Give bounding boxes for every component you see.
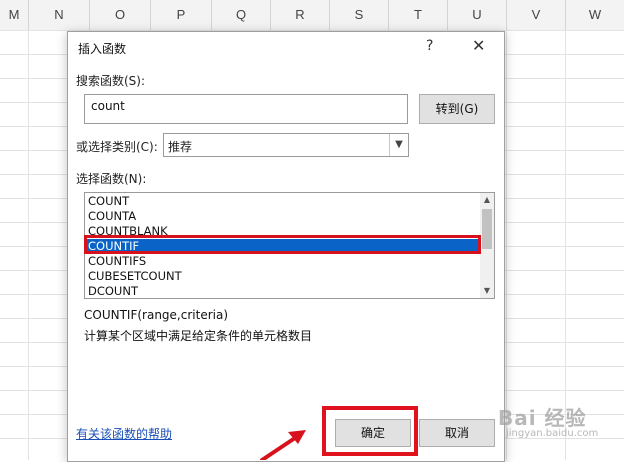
list-item[interactable]: COUNT bbox=[85, 194, 480, 209]
function-list-label: 选择函数(N): bbox=[76, 172, 147, 186]
function-description: 计算某个区域中满足给定条件的单元格数目 bbox=[84, 329, 313, 343]
dialog-title: 插入函数 bbox=[78, 42, 127, 56]
column-header-p[interactable]: P bbox=[151, 0, 212, 30]
list-item[interactable]: DCOUNT bbox=[85, 284, 480, 298]
grid-line bbox=[506, 30, 507, 460]
watermark-text: Bai 经验 bbox=[498, 406, 587, 430]
column-header-q[interactable]: Q bbox=[212, 0, 271, 30]
column-header-w[interactable]: W bbox=[566, 0, 624, 30]
function-syntax: COUNTIF(range,criteria) bbox=[84, 308, 228, 322]
function-list[interactable]: COUNT COUNTA COUNTBLANK COUNTIF COUNTIFS… bbox=[84, 192, 495, 299]
column-header-n[interactable]: N bbox=[29, 0, 90, 30]
column-header-s[interactable]: S bbox=[330, 0, 389, 30]
column-header-v[interactable]: V bbox=[507, 0, 566, 30]
insert-function-dialog: 插入函数 ? ✕ 搜索函数(S): count 转到(G) 或选择类别(C): … bbox=[67, 31, 505, 462]
column-header-o[interactable]: O bbox=[90, 0, 151, 30]
category-label: 或选择类别(C): bbox=[76, 140, 158, 154]
column-header-m[interactable]: M bbox=[0, 0, 29, 30]
ok-button[interactable]: 确定 bbox=[335, 419, 411, 447]
chevron-up-icon[interactable]: ▲ bbox=[480, 193, 494, 207]
column-header-r[interactable]: R bbox=[271, 0, 330, 30]
list-item[interactable]: COUNTBLANK bbox=[85, 224, 480, 239]
close-icon[interactable]: ✕ bbox=[472, 36, 485, 55]
chevron-down-icon[interactable]: ▼ bbox=[480, 284, 494, 298]
help-icon[interactable]: ? bbox=[426, 38, 433, 54]
list-item[interactable]: CUBESETCOUNT bbox=[85, 269, 480, 284]
goto-button[interactable]: 转到(G) bbox=[419, 94, 495, 124]
search-input[interactable]: count bbox=[84, 94, 408, 124]
grid-line bbox=[565, 30, 566, 460]
list-item[interactable]: COUNTA bbox=[85, 209, 480, 224]
column-header-u[interactable]: U bbox=[448, 0, 507, 30]
category-value: 推荐 bbox=[168, 140, 193, 154]
watermark-subtext: jingyan.baidu.com bbox=[506, 428, 599, 439]
list-scrollbar[interactable]: ▲ ▼ bbox=[480, 193, 494, 298]
category-select[interactable]: 推荐 ▼ bbox=[163, 133, 409, 157]
chevron-down-icon[interactable]: ▼ bbox=[389, 134, 408, 156]
function-help-link[interactable]: 有关该函数的帮助 bbox=[76, 425, 172, 442]
baidu-watermark: Bai 经验 jingyan.baidu.com bbox=[476, 398, 620, 446]
list-item-selected[interactable]: COUNTIF bbox=[85, 239, 480, 254]
column-header-row: M N O P Q R S T U V W bbox=[0, 0, 624, 31]
dialog-titlebar[interactable]: 插入函数 ? ✕ bbox=[68, 32, 504, 62]
search-label: 搜索函数(S): bbox=[76, 74, 146, 88]
column-header-t[interactable]: T bbox=[389, 0, 448, 30]
list-item[interactable]: COUNTIFS bbox=[85, 254, 480, 269]
grid-line bbox=[28, 30, 29, 460]
scrollbar-thumb[interactable] bbox=[482, 209, 492, 249]
